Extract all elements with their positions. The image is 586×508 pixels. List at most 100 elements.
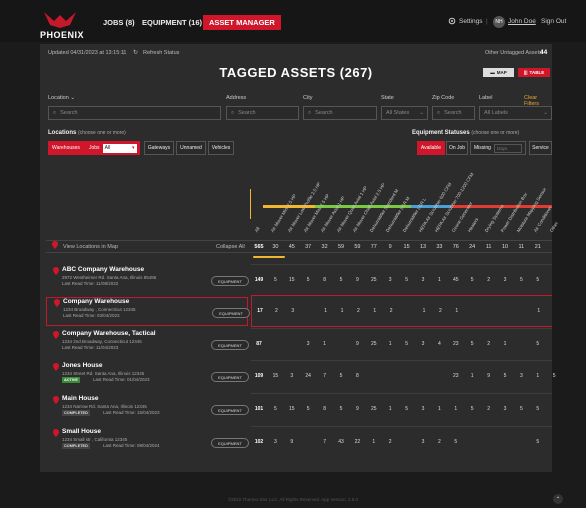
missing-days-input[interactable]: Days: [493, 143, 522, 153]
unnamed-toggle[interactable]: Unnamed: [176, 141, 206, 155]
column-header[interactable]: Heaters: [467, 217, 480, 233]
total-count[interactable]: 77: [367, 244, 381, 250]
total-count[interactable]: 11: [482, 244, 496, 250]
equipment-button[interactable]: EQUIPMENT: [211, 372, 249, 382]
location-search-input[interactable]: ⌕ Search: [48, 106, 221, 120]
count-cell[interactable]: 5: [531, 277, 545, 283]
count-cell[interactable]: 2: [351, 308, 365, 314]
total-count[interactable]: 13: [416, 244, 430, 250]
gear-icon[interactable]: [448, 17, 456, 25]
total-count[interactable]: 32: [318, 244, 332, 250]
count-cell[interactable]: 8: [318, 277, 332, 283]
column-header[interactable]: Moisture Mapping Sensor: [516, 187, 547, 233]
count-cell[interactable]: 23: [449, 341, 463, 347]
count-cell[interactable]: 1: [532, 308, 546, 314]
location-name[interactable]: ABC Company Warehouse: [62, 266, 144, 273]
count-cell[interactable]: 5: [400, 406, 414, 412]
count-cell[interactable]: 5: [268, 406, 282, 412]
count-cell[interactable]: 5: [334, 277, 348, 283]
count-cell[interactable]: 3: [416, 439, 430, 445]
view-in-map-link[interactable]: View Locations in Map: [63, 244, 118, 250]
column-header[interactable]: Other: [549, 221, 559, 233]
count-cell[interactable]: 3: [416, 341, 430, 347]
count-cell[interactable]: 15: [285, 277, 299, 283]
count-cell[interactable]: 5: [547, 373, 561, 379]
count-cell[interactable]: 15: [285, 406, 299, 412]
count-cell[interactable]: 1: [417, 308, 431, 314]
count-cell[interactable]: 5: [514, 406, 528, 412]
count-cell[interactable]: 149: [252, 277, 266, 283]
count-cell[interactable]: 5: [531, 406, 545, 412]
count-cell[interactable]: 2: [269, 308, 283, 314]
count-cell[interactable]: 2: [482, 341, 496, 347]
count-cell[interactable]: 25: [367, 341, 381, 347]
count-cell[interactable]: 7: [318, 373, 332, 379]
count-cell[interactable]: 5: [465, 406, 479, 412]
count-cell[interactable]: 9: [350, 406, 364, 412]
count-cell[interactable]: 1: [450, 308, 464, 314]
equipment-button[interactable]: EQUIPMENT: [211, 340, 249, 350]
count-cell[interactable]: 3: [383, 277, 397, 283]
count-cell[interactable]: 5: [514, 277, 528, 283]
total-count[interactable]: 11: [514, 244, 528, 250]
count-cell[interactable]: 5: [334, 406, 348, 412]
refresh-status-link[interactable]: Refresh Status: [143, 50, 179, 56]
location-name[interactable]: Jones House: [62, 362, 102, 369]
user-name[interactable]: John Doe: [508, 18, 536, 25]
count-cell[interactable]: 43: [334, 439, 348, 445]
total-count[interactable]: 565: [252, 244, 266, 250]
missing-toggle[interactable]: Missing Days: [470, 141, 526, 155]
total-count[interactable]: 37: [301, 244, 315, 250]
count-cell[interactable]: 25: [367, 277, 381, 283]
count-cell[interactable]: 3: [498, 406, 512, 412]
collapse-all-link[interactable]: Collapse All: [216, 244, 245, 250]
count-cell[interactable]: 1: [465, 373, 479, 379]
count-cell[interactable]: 3: [268, 439, 282, 445]
count-cell[interactable]: 3: [416, 406, 430, 412]
count-cell[interactable]: 2: [384, 308, 398, 314]
zip-search-input[interactable]: ⌕ Search: [432, 106, 475, 120]
untagged-count[interactable]: 44: [540, 49, 547, 56]
count-cell[interactable]: 2: [482, 277, 496, 283]
total-count[interactable]: 9: [383, 244, 397, 250]
total-count[interactable]: 30: [268, 244, 282, 250]
total-count[interactable]: 24: [465, 244, 479, 250]
count-cell[interactable]: 17: [253, 308, 267, 314]
equipment-button[interactable]: EQUIPMENT: [211, 438, 249, 448]
count-cell[interactable]: 1: [383, 406, 397, 412]
count-cell[interactable]: 109: [252, 373, 266, 379]
count-cell[interactable]: 9: [350, 277, 364, 283]
count-cell[interactable]: 3: [285, 373, 299, 379]
phoenix-logo[interactable]: PHOENIX: [40, 11, 84, 40]
count-cell[interactable]: 1: [367, 439, 381, 445]
count-cell[interactable]: 5: [268, 277, 282, 283]
vehicles-toggle[interactable]: Vehicles: [208, 141, 234, 155]
location-row[interactable]: ABC Company Warehouse 2972 Westheimer Rd.…: [46, 266, 249, 295]
location-name[interactable]: Company Warehouse, Tactical: [62, 330, 156, 337]
count-cell[interactable]: 5: [334, 373, 348, 379]
jobs-select[interactable]: All ▾: [102, 143, 137, 153]
count-cell[interactable]: 4: [432, 341, 446, 347]
count-cell[interactable]: 3: [286, 308, 300, 314]
nav-asset-manager[interactable]: ASSET MANAGER: [203, 15, 281, 30]
count-cell[interactable]: 5: [449, 439, 463, 445]
nav-jobs[interactable]: JOBS (8): [103, 18, 135, 27]
count-cell[interactable]: 7: [318, 439, 332, 445]
gateways-toggle[interactable]: Gateways: [144, 141, 174, 155]
count-cell[interactable]: 3: [498, 277, 512, 283]
settings-link[interactable]: Settings: [459, 18, 483, 25]
equipment-button[interactable]: EQUIPMENT: [211, 405, 249, 415]
count-cell[interactable]: 3: [301, 341, 315, 347]
count-cell[interactable]: 102: [252, 439, 266, 445]
location-row[interactable]: Company Warehouse 1234 Broadway , Connect…: [46, 297, 250, 326]
service-toggle[interactable]: Service: [529, 141, 552, 155]
count-cell[interactable]: 5: [531, 439, 545, 445]
count-cell[interactable]: 1: [449, 406, 463, 412]
count-cell[interactable]: 1: [531, 373, 545, 379]
count-cell[interactable]: 8: [350, 373, 364, 379]
total-count[interactable]: 59: [350, 244, 364, 250]
count-cell[interactable]: 1: [383, 341, 397, 347]
location-row[interactable]: Jones House 1234 Street Rd. Santa Ana, Il…: [46, 362, 249, 391]
count-cell[interactable]: 45: [449, 277, 463, 283]
location-row[interactable]: Small House 1234 Small str , California 1…: [46, 428, 249, 457]
